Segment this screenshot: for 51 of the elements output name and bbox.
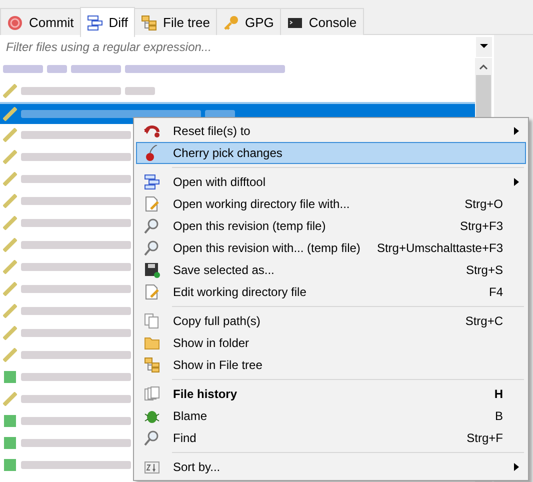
menu-item[interactable]: Find Strg+F <box>136 427 526 449</box>
save-icon <box>144 262 160 278</box>
folder-tree-icon <box>141 14 158 30</box>
dropdown-button[interactable] <box>476 36 492 56</box>
shortcut-label: Strg+O <box>464 196 503 213</box>
diff-icon <box>86 14 103 30</box>
copy-icon <box>144 313 160 329</box>
shortcut-label: Strg+S <box>466 262 503 279</box>
undo-arrow-icon <box>144 123 160 139</box>
menu-item[interactable]: Copy full path(s) Strg+C <box>136 310 526 332</box>
menu-item[interactable]: Show in folder <box>136 332 526 354</box>
cherry-icon <box>144 145 160 161</box>
diff-icon <box>144 174 160 190</box>
bug-icon <box>144 408 160 424</box>
caret-icon <box>480 44 488 49</box>
menu-item[interactable]: Open working directory file with... Strg+O <box>136 193 526 215</box>
edit-document-icon <box>144 196 160 212</box>
menu-item[interactable]: Blame B <box>136 405 526 427</box>
shortcut-label: Strg+C <box>465 313 503 330</box>
search-icon <box>144 430 160 446</box>
tab[interactable]: GPG <box>216 8 281 36</box>
menu-item[interactable]: Edit working directory file F4 <box>136 281 526 303</box>
menu-item[interactable]: Open with difftool <box>136 171 526 193</box>
menu-item[interactable]: Cherry pick changes <box>136 142 526 164</box>
sort-icon <box>144 459 160 475</box>
shortcut-label: Strg+F3 <box>460 218 503 235</box>
menu-item[interactable]: Save selected as... Strg+S <box>136 259 526 281</box>
shortcut-label: B <box>494 408 503 425</box>
commit-icon <box>7 14 23 30</box>
shortcut-label: Strg+F <box>466 430 503 447</box>
menu-item[interactable]: Open this revision with... (temp file) Strg+Umschalttaste+F3 <box>136 237 526 259</box>
shortcut-label: F4 <box>488 284 503 301</box>
documents-icon <box>144 386 160 402</box>
scroll-up-icon <box>479 64 488 70</box>
shortcut-label: Strg+Umschalttaste+F3 <box>376 240 503 257</box>
folder-icon <box>144 335 160 351</box>
menu-item[interactable]: Open this revision (temp file) Strg+F3 <box>136 215 526 237</box>
shortcut-label: H <box>494 386 503 403</box>
menu-item[interactable]: Show in File tree <box>136 354 526 376</box>
search-icon <box>144 218 160 234</box>
menu-item[interactable]: Sort by... <box>136 456 526 478</box>
edit-document-icon <box>144 284 160 300</box>
key-icon <box>223 14 240 30</box>
tab[interactable]: File tree <box>134 8 218 36</box>
tab[interactable]: Commit <box>0 8 81 36</box>
tab[interactable]: Diff <box>80 7 136 37</box>
folder-tree-icon <box>144 357 160 373</box>
search-icon <box>144 240 160 256</box>
menu-item[interactable]: File history H <box>136 383 526 405</box>
tab[interactable]: Console <box>280 8 364 36</box>
menu-item[interactable]: Reset file(s) to <box>136 120 526 142</box>
